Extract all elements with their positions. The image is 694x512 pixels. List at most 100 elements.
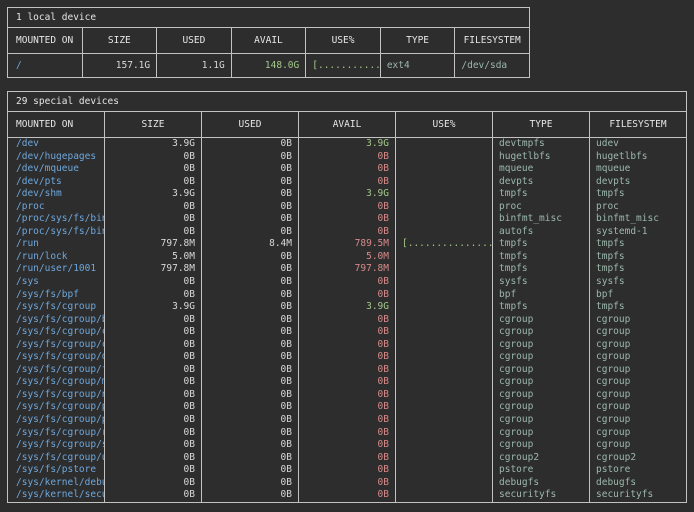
cell-filesystem: devpts bbox=[590, 176, 687, 189]
cell-size: 5.0M bbox=[105, 251, 202, 264]
cell-use-percent bbox=[396, 176, 493, 189]
cell-size: 0B bbox=[105, 276, 202, 289]
cell-filesystem: cgroup bbox=[590, 427, 687, 440]
cell-used: 0B bbox=[202, 427, 299, 440]
cell-size: 0B bbox=[105, 364, 202, 377]
cell-used: 0B bbox=[202, 364, 299, 377]
cell-type: debugfs bbox=[493, 477, 590, 490]
cell-avail: 0B bbox=[299, 151, 396, 164]
cell-size: 3.9G bbox=[105, 138, 202, 151]
cell-filesystem: cgroup bbox=[590, 439, 687, 452]
cell-use-percent bbox=[396, 289, 493, 302]
cell-size: 0B bbox=[105, 401, 202, 414]
cell-use-percent bbox=[396, 489, 493, 502]
cell-filesystem: tmpfs bbox=[590, 188, 687, 201]
cell-filesystem: debugfs bbox=[590, 477, 687, 490]
cell-used: 0B bbox=[202, 389, 299, 402]
device-row: /run/lock5.0M0B5.0Mtmpfstmpfs bbox=[8, 251, 687, 264]
usage-bar: [....................] bbox=[402, 238, 493, 251]
cell-type: cgroup bbox=[493, 414, 590, 427]
cell-type: cgroup bbox=[493, 439, 590, 452]
cell-mounted-on: /sys/fs/cgroup/pids bbox=[8, 414, 105, 427]
cell-type: cgroup bbox=[493, 364, 590, 377]
cell-used: 0B bbox=[202, 401, 299, 414]
cell-used: 0B bbox=[202, 376, 299, 389]
cell-filesystem: tmpfs bbox=[590, 263, 687, 276]
cell-avail: 3.9G bbox=[299, 301, 396, 314]
cell-size: 157.1G bbox=[82, 54, 157, 78]
cell-filesystem: cgroup bbox=[590, 339, 687, 352]
cell-avail: 148.0G bbox=[231, 54, 306, 78]
cell-type: cgroup bbox=[493, 427, 590, 440]
device-row: /dev3.9G0B3.9Gdevtmpfsudev bbox=[8, 138, 687, 151]
cell-avail: 0B bbox=[299, 427, 396, 440]
cell-size: 797.8M bbox=[105, 263, 202, 276]
cell-avail: 0B bbox=[299, 452, 396, 465]
cell-size: 0B bbox=[105, 213, 202, 226]
device-row: /sys/fs/cgroup/blkio0B0B0Bcgroupcgroup bbox=[8, 314, 687, 327]
cell-use-percent bbox=[396, 414, 493, 427]
usage-bar: [....................] bbox=[312, 60, 380, 71]
cell-size: 0B bbox=[105, 151, 202, 164]
usage-bar-wrap: [....................]0.7% bbox=[312, 60, 374, 71]
device-row: /sys/fs/pstore0B0B0Bpstorepstore bbox=[8, 464, 687, 477]
column-header-avail: AVAIL bbox=[299, 112, 396, 138]
cell-avail: 0B bbox=[299, 439, 396, 452]
cell-used: 0B bbox=[202, 339, 299, 352]
cell-used: 8.4M bbox=[202, 238, 299, 251]
column-header-filesystem: FILESYSTEM bbox=[590, 112, 687, 138]
device-row: /sys/kernel/debug0B0B0Bdebugfsdebugfs bbox=[8, 477, 687, 490]
column-header-use-: USE% bbox=[396, 112, 493, 138]
cell-size: 0B bbox=[105, 414, 202, 427]
cell-size: 0B bbox=[105, 226, 202, 239]
cell-used: 0B bbox=[202, 439, 299, 452]
cell-type: tmpfs bbox=[493, 263, 590, 276]
cell-use-percent bbox=[396, 339, 493, 352]
device-row: /run797.8M8.4M789.5M[...................… bbox=[8, 238, 687, 251]
cell-mounted-on: /sys/fs/cgroup/rdma bbox=[8, 427, 105, 440]
cell-used: 0B bbox=[202, 452, 299, 465]
column-header-mounted-on: MOUNTED ON bbox=[8, 28, 83, 54]
cell-avail: 0B bbox=[299, 389, 396, 402]
device-row: /sys/fs/cgroup/unified0B0B0Bcgroup2cgrou… bbox=[8, 452, 687, 465]
cell-used: 0B bbox=[202, 163, 299, 176]
cell-type: cgroup bbox=[493, 326, 590, 339]
cell-size: 0B bbox=[105, 289, 202, 302]
device-row: /proc0B0B0Bprocproc bbox=[8, 201, 687, 214]
cell-mounted-on: /dev/pts bbox=[8, 176, 105, 189]
cell-filesystem: sysfs bbox=[590, 276, 687, 289]
cell-use-percent bbox=[396, 389, 493, 402]
cell-avail: 0B bbox=[299, 213, 396, 226]
device-row: /sys/fs/bpf0B0B0Bbpfbpf bbox=[8, 289, 687, 302]
cell-used: 0B bbox=[202, 464, 299, 477]
cell-mounted-on: /run/lock bbox=[8, 251, 105, 264]
device-row: /sys0B0B0Bsysfssysfs bbox=[8, 276, 687, 289]
table-title: 29 special devices bbox=[8, 92, 687, 112]
cell-filesystem: securityfs bbox=[590, 489, 687, 502]
cell-used: 0B bbox=[202, 289, 299, 302]
device-row: /sys/fs/cgroup/memory0B0B0Bcgroupcgroup bbox=[8, 376, 687, 389]
cell-used: 0B bbox=[202, 213, 299, 226]
cell-size: 0B bbox=[105, 351, 202, 364]
local-devices-grid: 1 local deviceMOUNTED ONSIZEUSEDAVAILUSE… bbox=[7, 7, 530, 78]
cell-filesystem: systemd-1 bbox=[590, 226, 687, 239]
cell-used: 0B bbox=[202, 201, 299, 214]
cell-mounted-on: /sys bbox=[8, 276, 105, 289]
cell-used: 0B bbox=[202, 414, 299, 427]
cell-filesystem: cgroup bbox=[590, 364, 687, 377]
cell-mounted-on: /proc bbox=[8, 201, 105, 214]
cell-size: 0B bbox=[105, 339, 202, 352]
cell-used: 0B bbox=[202, 263, 299, 276]
column-header-used: USED bbox=[202, 112, 299, 138]
cell-type: hugetlbfs bbox=[493, 151, 590, 164]
cell-mounted-on: /sys/fs/cgroup/freezer bbox=[8, 364, 105, 377]
table-title: 1 local device bbox=[8, 8, 530, 28]
column-header-mounted-on: MOUNTED ON bbox=[8, 112, 105, 138]
cell-avail: 3.9G bbox=[299, 188, 396, 201]
cell-filesystem: cgroup bbox=[590, 326, 687, 339]
cell-filesystem: tmpfs bbox=[590, 238, 687, 251]
device-row: /sys/fs/cgroup/cpu,cpuacct0B0B0Bcgroupcg… bbox=[8, 326, 687, 339]
cell-mounted-on: /sys/fs/bpf bbox=[8, 289, 105, 302]
cell-avail: 0B bbox=[299, 163, 396, 176]
cell-mounted-on: /sys/fs/cgroup/net_cls,net_prio bbox=[8, 389, 105, 402]
